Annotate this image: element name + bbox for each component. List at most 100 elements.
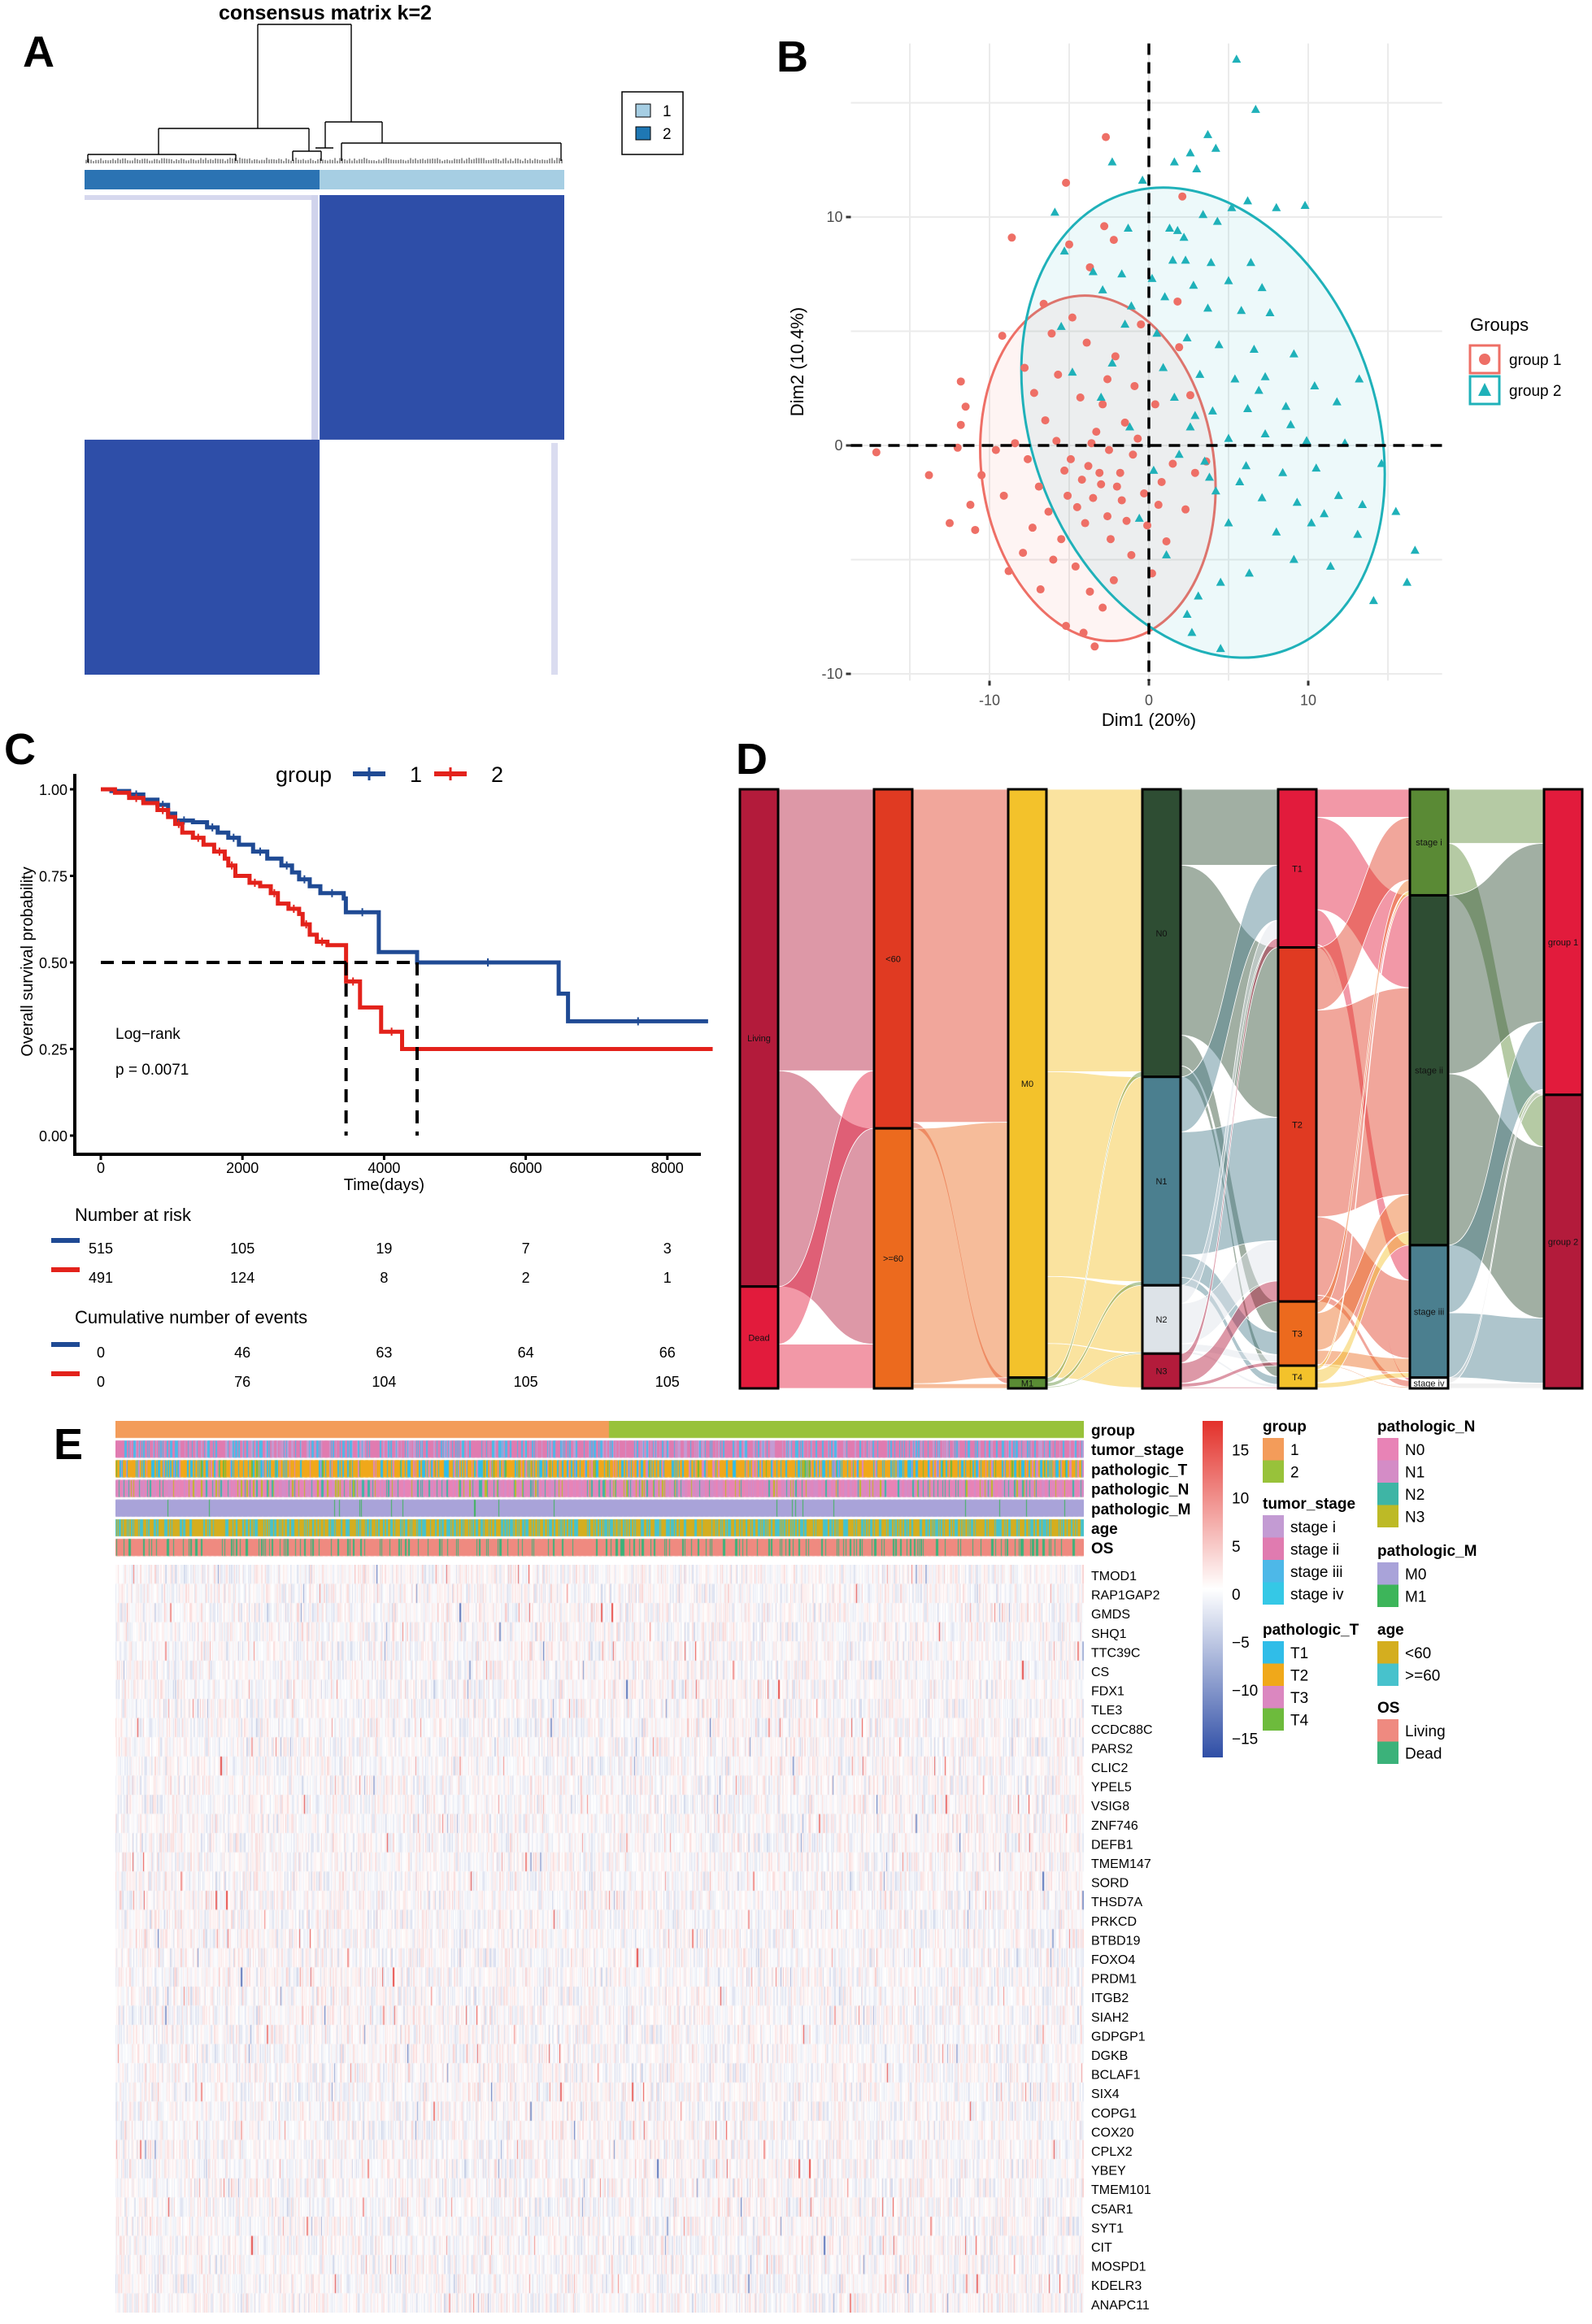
- legend-swatch: [1377, 1741, 1398, 1764]
- legend-swatch: [1263, 1460, 1284, 1483]
- x-axis-label: Time(days): [344, 1176, 424, 1194]
- annotation-row-label: age: [1091, 1521, 1118, 1538]
- gene-label: MOSPD1: [1091, 2261, 1146, 2274]
- point-group-1: [1095, 468, 1104, 477]
- point-group-1: [1072, 502, 1081, 511]
- legend-swatch: [1377, 1460, 1398, 1483]
- survival-curve-group-2: [101, 787, 713, 1051]
- point-group-1: [1140, 489, 1149, 498]
- legend-swatch: [1263, 1663, 1284, 1686]
- point-group-2: [1251, 104, 1260, 113]
- point-group-1: [1137, 320, 1146, 329]
- sankey-node-label: >=60: [883, 1254, 903, 1264]
- legend-item-label: Dead: [1405, 1746, 1442, 1763]
- low-consensus-strip: [551, 442, 558, 675]
- risk-table-title: Number at risk: [75, 1205, 192, 1225]
- table-cell: 105: [230, 1240, 254, 1257]
- gene-label: DGKB: [1091, 2049, 1128, 2063]
- low-consensus-strip: [311, 195, 319, 440]
- point-group-2: [1185, 148, 1195, 157]
- point-group-1: [1044, 507, 1053, 516]
- table-cell: 76: [234, 1374, 250, 1390]
- point-group-1: [1054, 370, 1063, 379]
- point-group-1: [966, 501, 975, 510]
- sankey-flow: [1447, 1383, 1545, 1389]
- point-group-1: [1157, 477, 1166, 486]
- point-group-2: [1192, 163, 1202, 172]
- sankey-flow: [777, 788, 875, 1071]
- cluster-legend: [621, 91, 684, 155]
- sankey-flow: [1316, 788, 1411, 818]
- table-cell: 124: [230, 1270, 254, 1286]
- legend-swatch: [1377, 1719, 1398, 1742]
- gene-label: KDELR3: [1091, 2279, 1142, 2293]
- y-tick-label: 0.25: [39, 1042, 67, 1058]
- table-cell: 491: [89, 1270, 113, 1286]
- point-group-1: [1034, 482, 1043, 491]
- point-group-1: [1007, 233, 1016, 242]
- legend-swatch: [1377, 1641, 1398, 1664]
- point-group-2: [1272, 202, 1281, 211]
- gene-label: SHQ1: [1091, 1627, 1127, 1641]
- point-group-1: [1024, 454, 1033, 463]
- x-tick-label: 2000: [226, 1160, 259, 1176]
- legend-label: 1: [410, 762, 422, 787]
- point-group-1: [999, 491, 1008, 500]
- table-cell: 2: [522, 1270, 530, 1286]
- gene-label: VSIG8: [1091, 1800, 1129, 1814]
- y-axis-label: Dim2 (10.4%): [787, 307, 807, 416]
- point-group-1: [1090, 642, 1099, 651]
- point-group-1: [1089, 493, 1098, 502]
- point-group-1: [1049, 555, 1058, 564]
- point-group-1: [1085, 587, 1094, 596]
- legend-circle-icon: [1479, 354, 1490, 365]
- legend-swatch: [635, 126, 651, 141]
- table-cell: 105: [655, 1374, 680, 1390]
- sankey-node-label: M0: [1021, 1079, 1033, 1089]
- gene-label: YPEL5: [1091, 1781, 1132, 1795]
- colorbar-tick-label: 15: [1232, 1442, 1249, 1459]
- expression-heatmap: [115, 1565, 1084, 2313]
- legend-swatch: [635, 103, 651, 118]
- point-group-1: [1120, 418, 1129, 427]
- point-group-2: [1169, 157, 1179, 166]
- point-group-1: [1077, 476, 1086, 484]
- point-group-1: [1130, 381, 1139, 390]
- legend-item-label: T3: [1290, 1690, 1308, 1707]
- point-group-1: [961, 402, 970, 411]
- legend-title: pathologic_N: [1377, 1418, 1475, 1436]
- legend-item-label: M0: [1405, 1566, 1426, 1583]
- legend-item-label: >=60: [1405, 1668, 1440, 1685]
- gene-label: CS: [1091, 1666, 1109, 1679]
- point-group-2: [1203, 129, 1213, 138]
- point-group-1: [1168, 459, 1177, 468]
- legend-title: group: [1263, 1418, 1307, 1436]
- point-group-1: [1185, 391, 1194, 400]
- point-group-1: [1057, 535, 1066, 544]
- point-group-1: [1109, 236, 1118, 245]
- legend-swatch: [1263, 1686, 1284, 1709]
- point-group-1: [1116, 468, 1124, 477]
- point-group-1: [1109, 576, 1118, 584]
- sankey-node-label: Living: [747, 1034, 771, 1044]
- gene-label: FOXO4: [1091, 1953, 1135, 1967]
- legend-swatch: [1263, 1438, 1284, 1461]
- sankey-node-label: N3: [1155, 1367, 1167, 1377]
- sankey-node-label: stage iv: [1414, 1379, 1445, 1388]
- figure: A B C D E consensus matrix k=2 1 2 -10 0 10 -1…: [0, 0, 1592, 2324]
- sankey-flow: [1180, 1117, 1279, 1256]
- point-group-1: [1178, 192, 1187, 201]
- sankey-node-label: T3: [1292, 1330, 1303, 1340]
- legend-item-label: 2: [1290, 1465, 1299, 1482]
- legend-swatch: [1377, 1562, 1398, 1585]
- gene-label: TTC39C: [1091, 1646, 1140, 1660]
- sankey-flow: [777, 1344, 875, 1389]
- point-group-1: [1162, 537, 1171, 546]
- y-tick-label: 10: [826, 209, 842, 225]
- table-cell: 7: [522, 1240, 530, 1257]
- sankey-node-label: <60: [885, 955, 901, 965]
- point-group-1: [1133, 434, 1142, 443]
- colorbar-tick-label: −10: [1232, 1683, 1258, 1700]
- point-group-1: [1097, 480, 1106, 489]
- legend-title: pathologic_M: [1377, 1543, 1477, 1560]
